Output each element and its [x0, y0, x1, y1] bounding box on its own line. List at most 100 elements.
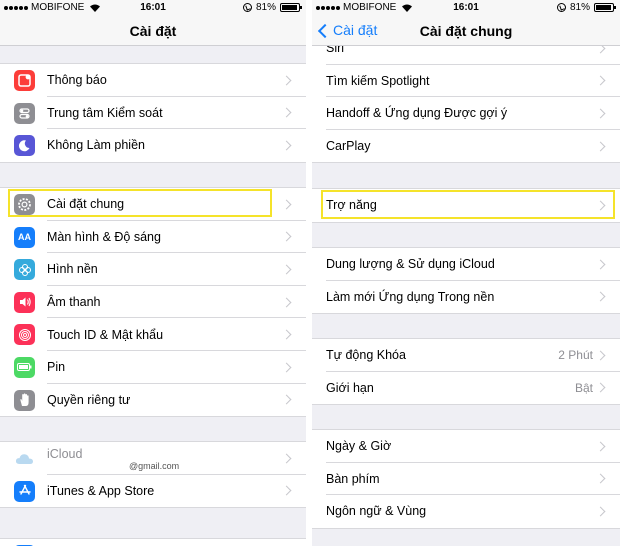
sound-icon	[14, 291, 35, 313]
general-item-auto-lock[interactable]: Tự động Khóa 2 Phút	[312, 339, 620, 372]
chevron-right-icon	[595, 291, 606, 302]
settings-item-label: Trung tâm Kiểm soát	[47, 105, 163, 120]
general-item-label: Handoff & Ứng dụng Được gợi ý	[326, 106, 508, 121]
status-bar: MOBIFONE 16:01 81%	[0, 0, 306, 16]
orientation-lock-icon	[556, 3, 566, 12]
general-item-label: Ngôn ngữ & Vùng	[326, 504, 427, 519]
settings-group-4	[0, 538, 306, 546]
general-item-label: Ngày & Giờ	[326, 439, 392, 454]
chevron-right-icon	[595, 441, 606, 452]
chevron-right-icon	[281, 329, 292, 340]
control-center-icon	[14, 102, 35, 124]
icloud-account-email: @gmail.com	[129, 461, 180, 471]
chevron-right-icon	[281, 75, 292, 86]
general-item-label: CarPlay	[326, 139, 371, 154]
general-item-label: Làm mới Ứng dụng Trong nền	[326, 289, 495, 304]
chevron-right-icon	[595, 259, 606, 270]
chevron-right-icon	[281, 362, 292, 373]
chevron-right-icon	[595, 473, 606, 484]
chevron-right-icon	[595, 141, 606, 152]
settings-item-itunes[interactable]: iTunes & App Store	[0, 475, 306, 508]
battery-percent: 81%	[569, 2, 590, 13]
settings-item-label: Quyền riêng tư	[47, 392, 131, 407]
settings-group-1: Thông báo Trung tâm Kiểm soát Không Làm …	[0, 63, 306, 163]
chevron-right-icon	[595, 506, 606, 517]
general-item-label: Giới hạn	[326, 380, 374, 395]
chevron-right-icon	[595, 382, 606, 393]
general-item-handoff[interactable]: Handoff & Ứng dụng Được gợi ý	[312, 97, 620, 130]
chevron-right-icon	[281, 107, 292, 118]
general-item-carplay[interactable]: CarPlay	[312, 130, 620, 163]
general-item-accessibility[interactable]: Trợ năng	[312, 189, 620, 222]
wallpaper-icon	[14, 259, 35, 281]
battery-icon	[14, 356, 35, 378]
hand-icon	[14, 389, 35, 411]
general-item-date-time[interactable]: Ngày & Giờ	[312, 430, 620, 463]
general-item-label: Bàn phím	[326, 471, 380, 486]
settings-item-sound[interactable]: Âm thanh	[0, 286, 306, 319]
general-item-label: Tìm kiếm Spotlight	[326, 73, 430, 88]
chevron-right-icon	[281, 453, 292, 464]
settings-item-control-center[interactable]: Trung tâm Kiểm soát	[0, 97, 306, 130]
settings-item-partial[interactable]	[0, 539, 306, 546]
status-bar: MOBIFONE 16:01 81%	[312, 0, 620, 16]
orientation-lock-icon	[242, 3, 252, 12]
chevron-right-icon	[595, 75, 606, 86]
settings-screen: MOBIFONE 16:01 81% Cài đặt Thông báo Tru…	[0, 0, 306, 546]
chevron-right-icon	[281, 199, 292, 210]
page-title: Cài đặt	[129, 23, 177, 39]
fingerprint-icon	[14, 324, 35, 346]
display-brightness-icon: AA	[14, 226, 35, 248]
settings-item-touch-id[interactable]: Touch ID & Mật khẩu	[0, 318, 306, 351]
general-group-4: Ngày & Giờ Bàn phím Ngôn ngữ & Vùng	[312, 429, 620, 529]
general-group-1: Trợ năng	[312, 188, 620, 223]
settings-item-do-not-disturb[interactable]: Không Làm phiền	[0, 129, 306, 162]
general-item-background-refresh[interactable]: Làm mới Ứng dụng Trong nền	[312, 281, 620, 314]
settings-item-display[interactable]: AA Màn hình & Độ sáng	[0, 221, 306, 254]
chevron-right-icon	[281, 231, 292, 242]
settings-item-label: Màn hình & Độ sáng	[47, 229, 161, 244]
auto-lock-value: 2 Phút	[558, 348, 593, 363]
settings-item-notifications[interactable]: Thông báo	[0, 64, 306, 97]
settings-item-icloud[interactable]: iCloud @gmail.com	[0, 442, 306, 475]
chevron-right-icon	[281, 485, 292, 496]
general-item-keyboard[interactable]: Bàn phím	[312, 463, 620, 496]
general-item-label: Tự động Khóa	[326, 348, 406, 363]
battery-percent: 81%	[255, 2, 276, 13]
general-group-2: Dung lượng & Sử dụng iCloud Làm mới Ứng …	[312, 247, 620, 315]
chevron-right-icon	[281, 394, 292, 405]
general-item-storage[interactable]: Dung lượng & Sử dụng iCloud	[312, 248, 620, 281]
chevron-right-icon	[595, 108, 606, 119]
general-settings-screen: MOBIFONE 16:01 81% Siri Tìm kiếm Spotlig…	[312, 0, 620, 546]
general-group-0: Siri Tìm kiếm Spotlight Handoff & Ứng dụ…	[312, 31, 620, 164]
general-item-spotlight[interactable]: Tìm kiếm Spotlight	[312, 65, 620, 98]
gear-icon	[14, 194, 35, 215]
icloud-icon	[14, 448, 35, 469]
chevron-right-icon	[281, 264, 292, 275]
notifications-icon	[14, 70, 35, 91]
general-item-restrictions[interactable]: Giới hạn Bật	[312, 372, 620, 405]
restrictions-value: Bật	[574, 380, 593, 395]
general-item-label: Dung lượng & Sử dụng iCloud	[326, 257, 495, 272]
settings-item-label: Pin	[47, 360, 66, 375]
nav-bar: Cài đặt Cài đặt chung	[312, 16, 620, 46]
settings-item-label: Hình nền	[47, 262, 98, 277]
settings-item-general[interactable]: Cài đặt chung	[0, 188, 306, 221]
settings-item-wallpaper[interactable]: Hình nền	[0, 253, 306, 286]
chevron-right-icon	[595, 200, 606, 211]
settings-group-3: iCloud @gmail.com iTunes & App Store	[0, 441, 306, 509]
app-store-icon	[14, 480, 35, 502]
settings-item-privacy[interactable]: Quyền riêng tư	[0, 384, 306, 417]
settings-group-2: Cài đặt chung AA Màn hình & Độ sáng Hình…	[0, 187, 306, 418]
settings-item-battery[interactable]: Pin	[0, 351, 306, 384]
general-item-language-region[interactable]: Ngôn ngữ & Vùng	[312, 495, 620, 528]
chevron-right-icon	[281, 140, 292, 151]
settings-item-label: Âm thanh	[47, 295, 101, 310]
settings-item-label: Không Làm phiền	[47, 138, 145, 153]
settings-item-label: Thông báo	[47, 73, 107, 88]
battery-icon	[594, 3, 616, 12]
chevron-right-icon	[281, 297, 292, 308]
battery-icon	[280, 3, 302, 12]
screenshot: MOBIFONE 16:01 81% Cài đặt Thông báo Tru…	[0, 0, 620, 546]
settings-item-label: Cài đặt chung	[47, 197, 125, 212]
